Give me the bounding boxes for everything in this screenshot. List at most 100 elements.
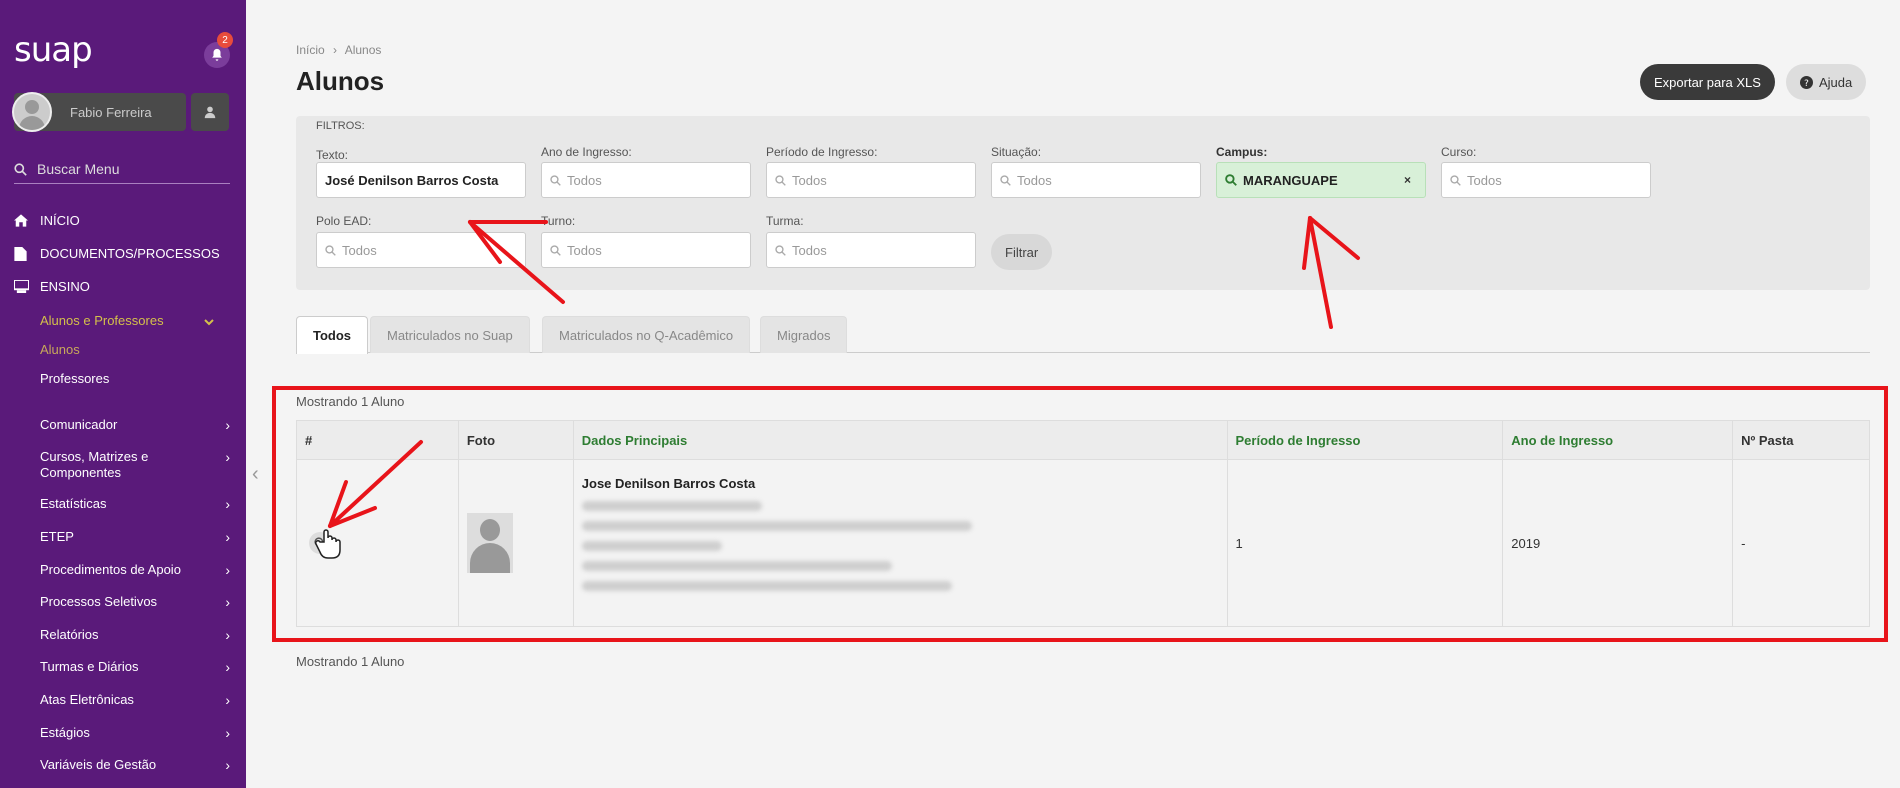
filter-curso-select[interactable]: Todos (1441, 162, 1651, 198)
sidebar-item-variaveis[interactable]: Variáveis de Gestão › (40, 757, 230, 773)
search-icon (775, 174, 786, 186)
filter-situacao-label: Situação: (991, 145, 1042, 159)
nav-ensino[interactable]: ENSINO (14, 279, 90, 294)
chevron-right-icon: › (225, 417, 230, 433)
filter-polo-select[interactable]: Todos (316, 232, 526, 268)
sidebar: suap 2 Fabio Ferreira Buscar Menu INÍCIO… (0, 0, 246, 788)
user-name: Fabio Ferreira (70, 104, 152, 120)
chevron-right-icon: › (225, 725, 230, 741)
chevron-down-icon (204, 315, 214, 330)
search-icon (775, 244, 786, 256)
blurred-detail (581, 501, 762, 511)
student-photo (466, 513, 513, 573)
column-header[interactable]: Ano de Ingresso (1502, 420, 1734, 460)
sidebar-item-procedimentos[interactable]: Procedimentos de Apoio › (40, 562, 230, 578)
sidebar-item-professores[interactable]: Professores (40, 371, 109, 386)
column-header: # (296, 420, 459, 460)
filter-texto-input[interactable]: José Denilson Barros Costa (316, 162, 526, 198)
column-header: Foto (457, 420, 574, 460)
search-icon (1225, 174, 1237, 186)
search-icon (14, 162, 27, 176)
filter-turno-label: Turno: (541, 214, 576, 228)
sidebar-item-estatisticas[interactable]: Estatísticas › (40, 496, 230, 512)
blurred-detail (581, 521, 972, 531)
view-details-search-icon[interactable] (309, 532, 331, 554)
breadcrumb: Início › Alunos (296, 43, 381, 57)
clear-campus-icon[interactable]: × (1404, 173, 1411, 187)
search-icon (550, 244, 561, 256)
filter-situacao-select[interactable]: Todos (991, 162, 1201, 198)
question-icon: ? (1800, 75, 1813, 89)
search-icon (550, 174, 561, 186)
home-icon (14, 214, 30, 227)
tab-migrados[interactable]: Migrados (760, 316, 848, 353)
page-title: Alunos (296, 66, 385, 96)
export-xls-button[interactable]: Exportar para XLS (1640, 64, 1775, 100)
filter-campus-select[interactable]: MARANGUAPE × (1216, 162, 1426, 198)
chevron-right-icon: › (225, 757, 230, 773)
row-action-cell (296, 459, 459, 627)
pasta-cell: - (1732, 459, 1870, 627)
student-name[interactable]: Jose Denilson Barros Costa (582, 476, 1227, 491)
help-button[interactable]: ? Ajuda (1786, 64, 1867, 100)
filter-turma-select[interactable]: Todos (766, 232, 976, 268)
search-menu-input[interactable]: Buscar Menu (14, 161, 230, 184)
ano-cell: 2019 (1502, 459, 1734, 627)
tab-todos[interactable]: Todos (296, 316, 369, 354)
periodo-cell: 1 (1226, 459, 1504, 627)
user-profile[interactable]: Fabio Ferreira (12, 92, 186, 132)
nav-documentos[interactable]: DOCUMENTOS/PROCESSOS (14, 246, 220, 261)
sidebar-group-alunos-professores[interactable]: Alunos e Professores (40, 313, 230, 328)
sidebar-item-estagios[interactable]: Estágios › (40, 725, 230, 741)
column-header[interactable]: Período de Ingresso (1226, 420, 1504, 460)
tab-matriculados-suap[interactable]: Matriculados no Suap (370, 316, 530, 353)
chevron-right-icon: › (225, 496, 230, 512)
tab-matriculados-qacademico[interactable]: Matriculados no Q-Acadêmico (542, 316, 751, 353)
sidebar-item-turmas[interactable]: Turmas e Diários › (40, 659, 230, 675)
filter-ano-label: Ano de Ingresso: (541, 145, 632, 159)
user-icon (204, 106, 216, 119)
column-header: Nº Pasta (1732, 420, 1870, 460)
search-menu-placeholder: Buscar Menu (37, 161, 120, 177)
breadcrumb-current: Alunos (344, 43, 382, 57)
chevron-right-icon: › (225, 627, 230, 643)
svg-text:?: ? (1804, 78, 1809, 88)
results-count-bottom: Mostrando 1 Aluno (296, 654, 405, 669)
search-icon (1000, 174, 1011, 186)
sidebar-item-etep[interactable]: ETEP › (40, 529, 230, 545)
nav-inicio[interactable]: INÍCIO (14, 213, 80, 228)
chevron-right-icon: › (225, 692, 230, 708)
blurred-detail (581, 541, 722, 551)
results-table: # Foto Dados Principais Período de Ingre… (296, 420, 1870, 627)
filters-panel: FILTROS: Texto: José Denilson Barros Cos… (296, 116, 1870, 290)
dados-principais-cell: Jose Denilson Barros Costa (572, 459, 1228, 627)
sidebar-item-comunicador[interactable]: Comunicador › (40, 417, 230, 433)
filter-periodo-select[interactable]: Todos (766, 162, 976, 198)
chevron-right-icon: › (225, 449, 230, 465)
filter-turno-select[interactable]: Todos (541, 232, 751, 268)
chevron-right-icon: › (225, 594, 230, 610)
sidebar-item-alunos[interactable]: Alunos (40, 342, 80, 357)
results-count-top: Mostrando 1 Aluno (296, 394, 405, 409)
sidebar-item-relatorios[interactable]: Relatórios › (40, 627, 230, 643)
sidebar-item-cursos[interactable]: Cursos, Matrizes e Componentes (40, 449, 190, 481)
sidebar-collapse-icon[interactable]: ‹ (252, 463, 259, 486)
nav-documentos-label: DOCUMENTOS/PROCESSOS (40, 246, 220, 261)
filter-ano-select[interactable]: Todos (541, 162, 751, 198)
filter-button[interactable]: Filtrar (991, 234, 1053, 270)
suap-logo[interactable]: suap (14, 30, 93, 70)
sidebar-item-processos-seletivos[interactable]: Processos Seletivos › (40, 594, 230, 610)
notifications-badge: 2 (217, 32, 233, 48)
blurred-detail (581, 561, 892, 571)
column-header[interactable]: Dados Principais (572, 420, 1228, 460)
filter-polo-label: Polo EAD: (316, 214, 372, 228)
user-menu-button[interactable] (191, 93, 229, 131)
document-icon (14, 246, 30, 261)
chevron-right-icon: › (225, 659, 230, 675)
sidebar-item-atas[interactable]: Atas Eletrônicas › (40, 692, 230, 708)
tabs-bar: Todos Matriculados no Suap Matriculados … (296, 316, 1870, 354)
breadcrumb-home[interactable]: Início (296, 43, 325, 57)
filter-texto-label: Texto: (316, 148, 349, 162)
blurred-detail (581, 581, 952, 591)
table-row: Jose Denilson Barros Costa 1 2019 - (296, 459, 1870, 627)
